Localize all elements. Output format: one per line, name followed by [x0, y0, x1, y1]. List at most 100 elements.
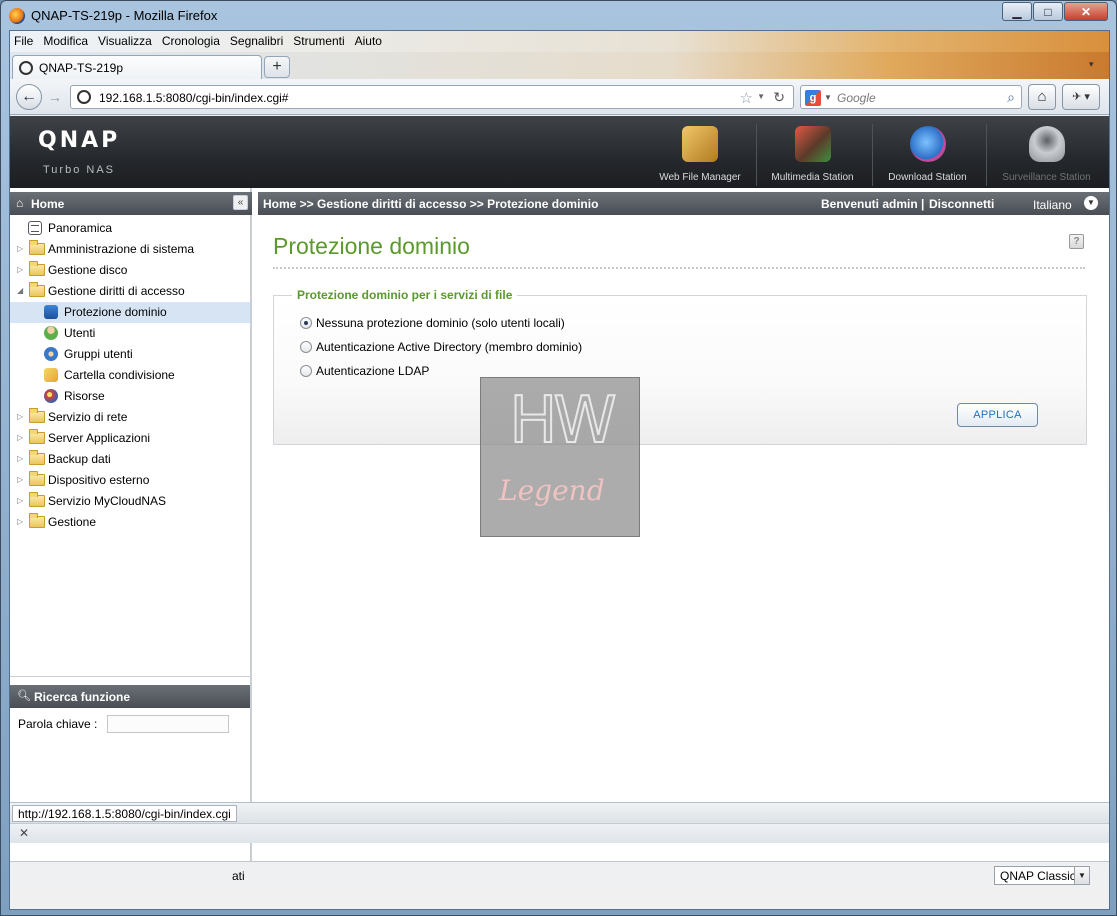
tree-item-dispositivo-esterno[interactable]: ▷ Dispositivo esterno — [10, 470, 250, 491]
status-url: http://192.168.1.5:8080/cgi-bin/index.cg… — [12, 805, 237, 822]
web-file-manager-icon — [682, 126, 718, 162]
tree-item-label: Backup dati — [48, 452, 111, 466]
reload-icon[interactable]: ↻ — [773, 89, 785, 106]
download-station-link[interactable]: Download Station — [872, 124, 982, 186]
expand-arrow-icon[interactable]: ▷ — [17, 433, 23, 442]
surveillance-station-link[interactable]: Surveillance Station — [986, 124, 1106, 186]
fieldset-legend: Protezione dominio per i servizi di file — [292, 288, 518, 302]
tree-item-label: Servizio di rete — [48, 410, 128, 424]
help-icon[interactable]: ? — [1069, 234, 1084, 249]
radio-ldap[interactable] — [300, 365, 312, 377]
search-bar[interactable]: g ▼ Google ⌕ — [800, 85, 1022, 109]
url-bar[interactable]: 192.168.1.5:8080/cgi-bin/index.cgi# ☆ ▼ … — [70, 85, 794, 109]
expand-arrow-icon[interactable]: ▷ — [17, 244, 23, 253]
expand-arrow-icon[interactable]: ▷ — [17, 454, 23, 463]
site-identity-icon[interactable] — [77, 90, 91, 104]
tree-item-backup-dati[interactable]: ▷ Backup dati — [10, 449, 250, 470]
folder-icon — [29, 513, 45, 528]
logout-link[interactable]: Disconnetti — [929, 197, 994, 211]
menu-file[interactable]: File — [10, 31, 38, 48]
sidebar-home-label[interactable]: Home — [31, 197, 64, 211]
tab-list-icon[interactable]: ▾ — [1089, 59, 1103, 73]
tree-item-label: Gestione — [48, 515, 97, 529]
url-text: 192.168.1.5:8080/cgi-bin/index.cgi# — [99, 91, 289, 105]
close-button[interactable]: ✕ — [1064, 2, 1108, 21]
tree-item-mycloudnas[interactable]: ▷ Servizio MyCloudNAS — [10, 491, 250, 512]
search-engine-dropdown-icon[interactable]: ▼ — [824, 93, 832, 102]
collapse-arrow-icon[interactable]: ◢ — [17, 286, 23, 295]
tree-item-diritti-accesso[interactable]: ◢ Gestione diritti di accesso — [10, 281, 250, 302]
folder-open-icon — [29, 282, 45, 297]
tree-item-server-applicazioni[interactable]: ▷ Server Applicazioni — [10, 428, 250, 449]
radio-no-domain[interactable] — [300, 317, 312, 329]
expand-arrow-icon[interactable]: ▷ — [17, 517, 23, 526]
folder-icon — [29, 408, 45, 423]
language-selector[interactable]: Italiano — [1033, 198, 1072, 212]
radio-active-directory[interactable] — [300, 341, 312, 353]
menu-cronologia[interactable]: Cronologia — [157, 31, 225, 48]
tree-item-utenti[interactable]: Utenti — [10, 323, 250, 344]
window-title: QNAP-TS-219p - Mozilla Firefox — [31, 8, 218, 23]
expand-arrow-icon[interactable]: ▷ — [17, 265, 23, 274]
breadcrumb[interactable]: Home >> Gestione diritti di accesso >> P… — [263, 197, 598, 211]
forward-button[interactable]: → — [44, 87, 66, 107]
resources-icon — [44, 389, 58, 403]
theme-value: QNAP Classic — [1000, 869, 1076, 883]
navigation-bar: ← → 192.168.1.5:8080/cgi-bin/index.cgi# … — [10, 79, 1109, 115]
bookmark-star-icon[interactable]: ☆ — [740, 89, 753, 107]
menu-visualizza[interactable]: Visualizza — [93, 31, 157, 48]
apply-button[interactable]: APPLICA — [957, 403, 1038, 427]
browser-body: File Modifica Visualizza Cronologia Segnalib… — [9, 30, 1110, 910]
station-label: Multimedia Station — [771, 172, 854, 183]
url-history-dropdown-icon[interactable]: ▼ — [757, 92, 765, 101]
menu-strumenti[interactable]: Strumenti — [288, 31, 349, 48]
menu-modifica[interactable]: Modifica — [38, 31, 93, 48]
expand-arrow-icon[interactable]: ▷ — [17, 475, 23, 484]
collapse-sidebar-icon[interactable]: « — [233, 195, 248, 210]
language-dropdown-icon[interactable]: ▼ — [1084, 196, 1098, 210]
expand-arrow-icon[interactable]: ▷ — [17, 412, 23, 421]
tree-item-gruppi-utenti[interactable]: Gruppi utenti — [10, 344, 250, 365]
tree-item-protezione-dominio[interactable]: Protezione dominio — [10, 302, 250, 323]
function-search-header: 🔍︎ Ricerca funzione — [10, 685, 250, 708]
menu-segnalibri[interactable]: Segnalibri — [225, 31, 288, 48]
keyword-input[interactable] — [107, 715, 229, 733]
google-icon[interactable]: g — [805, 90, 821, 106]
sidebar-header: ⌂ Home « — [10, 192, 252, 215]
domain-protection-fieldset: Protezione dominio per i servizi di file… — [273, 288, 1087, 445]
theme-dropdown-icon[interactable]: ▼ — [1074, 867, 1089, 884]
group-icon — [44, 347, 58, 361]
tab-qnap[interactable]: QNAP-TS-219p — [12, 55, 262, 79]
tree-item-amministrazione[interactable]: ▷ Amministrazione di sistema — [10, 239, 250, 260]
tree-item-risorse[interactable]: Risorse — [10, 386, 250, 407]
web-file-manager-link[interactable]: Web File Manager — [650, 124, 750, 186]
tree-item-label: Panoramica — [48, 221, 113, 235]
sidebar: ⌂ Home « Panoramica ▷ Amministrazione di… — [10, 188, 252, 861]
tree-item-gestione[interactable]: ▷ Gestione — [10, 512, 250, 533]
close-bar-icon[interactable]: ✕ — [19, 826, 29, 840]
qnap-logo: QNAP — [38, 128, 121, 153]
main-header-bar: Home >> Gestione diritti di accesso >> P… — [258, 192, 1109, 215]
back-button[interactable]: ← — [16, 84, 42, 110]
station-label: Download Station — [888, 172, 967, 183]
tab-label: QNAP-TS-219p — [39, 61, 124, 75]
expand-arrow-icon[interactable]: ▷ — [17, 496, 23, 505]
home-button[interactable]: ⌂ — [1028, 84, 1056, 110]
tree-item-label: Cartella condivisione — [64, 368, 175, 382]
tree-item-servizio-rete[interactable]: ▷ Servizio di rete — [10, 407, 250, 428]
extension-button[interactable]: ✈ ▾ — [1062, 84, 1100, 110]
qnap-favicon-icon — [19, 61, 33, 75]
minimize-button[interactable]: ▁ — [1002, 2, 1032, 21]
tree-item-gestione-disco[interactable]: ▷ Gestione disco — [10, 260, 250, 281]
tree-item-label: Gestione diritti di accesso — [48, 284, 185, 298]
theme-select[interactable]: QNAP Classic ▼ — [994, 866, 1090, 885]
search-icon[interactable]: ⌕ — [1007, 89, 1015, 106]
add-on-bar: ✕ — [10, 823, 1109, 843]
menu-aiuto[interactable]: Aiuto — [350, 31, 387, 48]
tree-item-cartella-condivisione[interactable]: Cartella condivisione — [10, 365, 250, 386]
user-icon — [44, 326, 58, 340]
multimedia-station-link[interactable]: Multimedia Station — [756, 124, 868, 186]
new-tab-button[interactable]: + — [264, 56, 290, 78]
tree-item-panoramica[interactable]: Panoramica — [10, 218, 250, 239]
maximize-button[interactable]: □ — [1033, 2, 1063, 21]
